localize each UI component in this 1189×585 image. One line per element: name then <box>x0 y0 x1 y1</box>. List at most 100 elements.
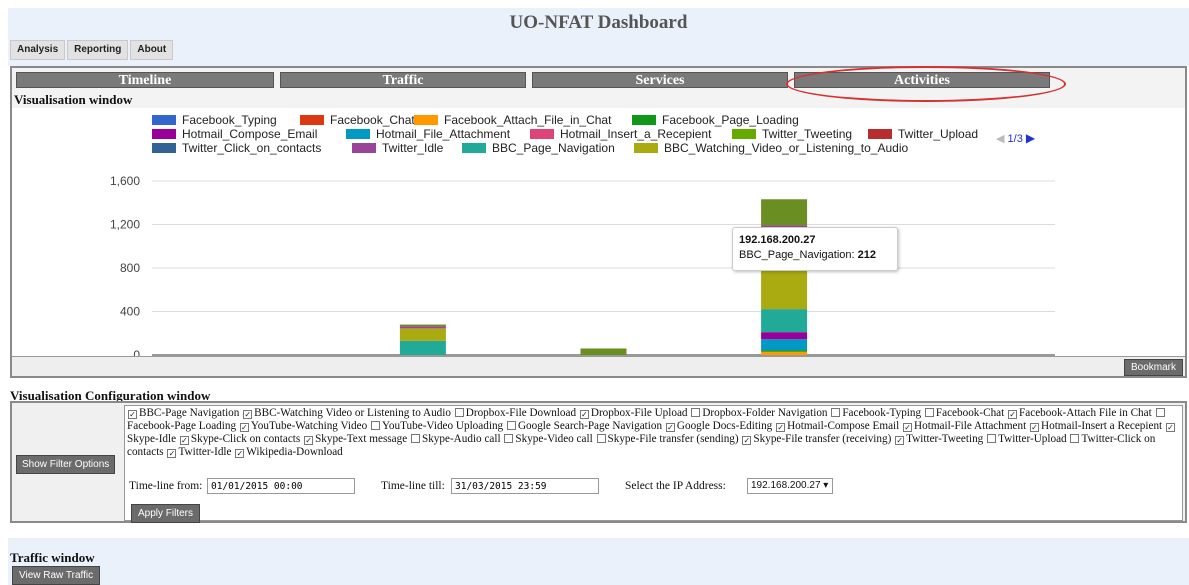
filter-checkbox[interactable] <box>691 408 701 417</box>
filter-checkbox[interactable]: ✓ <box>179 436 189 445</box>
filter-checkbox[interactable] <box>370 421 380 430</box>
filter-option[interactable]: Facebook-Typing <box>830 407 921 419</box>
filter-option[interactable]: ✓ YouTube-Watching Video <box>239 420 367 432</box>
bar-segment[interactable] <box>399 328 446 341</box>
filter-label: YouTube-Watching Video <box>250 420 368 432</box>
filter-option[interactable]: ✓ BBC-Watching Video or Listening to Audi… <box>242 407 451 419</box>
filter-checkbox[interactable]: ✓ <box>776 423 786 432</box>
filter-checkbox[interactable]: ✓ <box>579 410 589 419</box>
filter-label: Hotmail-Insert a Recepient <box>1041 420 1163 432</box>
filter-option[interactable]: ✓ Twitter-Idle <box>166 446 232 458</box>
filter-option[interactable]: ✓ Hotmail-Compose Email <box>775 420 899 432</box>
filter-option[interactable]: ✓ Skype-Text message <box>303 433 407 445</box>
filter-checkbox[interactable]: ✓ <box>1030 423 1040 432</box>
menu-about[interactable]: About <box>130 40 174 60</box>
filter-checkbox[interactable] <box>831 408 841 417</box>
filter-label: Hotmail-File Attachment <box>914 420 1027 432</box>
filter-checkbox[interactable]: ✓ <box>1165 423 1175 432</box>
filter-checkbox[interactable] <box>454 408 464 417</box>
filter-checkbox[interactable]: ✓ <box>128 410 137 419</box>
filter-option[interactable]: Twitter-Upload <box>986 433 1067 445</box>
filter-option[interactable]: Skype-File transfer (sending) <box>596 433 739 445</box>
filter-label: Skype-Video call <box>515 433 593 445</box>
bar-segment[interactable] <box>761 351 808 355</box>
filter-option[interactable]: Google Search-Page Navigation <box>506 420 662 432</box>
timeline-from-input[interactable] <box>207 478 355 494</box>
filter-checkbox[interactable]: ✓ <box>167 449 177 458</box>
filter-option[interactable]: Facebook-Chat <box>924 407 1004 419</box>
filter-label: Skype-Click on contacts <box>190 433 301 445</box>
filter-option[interactable]: YouTube-Video Uploading <box>370 420 503 432</box>
timeline-till-input[interactable] <box>451 478 599 494</box>
filter-option[interactable]: Dropbox-File Download <box>454 407 576 419</box>
filter-option[interactable]: ✓ Facebook-Attach File in Chat <box>1007 407 1152 419</box>
filter-label: Wikipedia-Download <box>246 446 343 458</box>
filter-checkbox[interactable] <box>504 434 514 443</box>
filter-option[interactable]: ✓ Google Docs-Editing <box>665 420 772 432</box>
timeline-till-label: Time-line till: <box>381 480 445 492</box>
menu-analysis[interactable]: Analysis <box>10 40 66 60</box>
traffic-band <box>8 538 1189 585</box>
view-raw-traffic-button[interactable]: View Raw Traffic <box>12 566 101 585</box>
filter-checkbox[interactable] <box>987 434 997 443</box>
bar-segment[interactable] <box>580 348 627 355</box>
filter-option[interactable]: ✓ Hotmail-Insert a Recepient <box>1029 420 1162 432</box>
filter-option[interactable]: ✓ Wikipedia-Download <box>234 446 343 458</box>
filter-option[interactable]: ✓ Skype-File transfer (receiving) <box>741 433 891 445</box>
menu-reporting[interactable]: Reporting <box>67 40 129 60</box>
y-tick-label: 1,600 <box>110 174 140 188</box>
filter-option[interactable]: ✓ Twitter-Tweeting <box>894 433 983 445</box>
filter-label: Skype-Idle <box>127 433 177 445</box>
filter-checkbox[interactable]: ✓ <box>1008 410 1018 419</box>
filter-label: Google Docs-Editing <box>676 420 773 432</box>
filter-option[interactable]: ✓ Hotmail-File Attachment <box>902 420 1026 432</box>
filter-checkbox-list: ✓ BBC-Page Navigation ✓ BBC-Watching Video… <box>127 407 1180 459</box>
bar-segment[interactable] <box>399 324 446 327</box>
filter-checkbox[interactable]: ✓ <box>235 449 245 458</box>
apply-filters-button[interactable]: Apply Filters <box>131 504 201 523</box>
filter-label: Twitter-Idle <box>178 446 232 458</box>
filter-checkbox[interactable] <box>1070 434 1080 443</box>
show-filter-options-button[interactable]: Show Filter Options <box>16 455 116 474</box>
filter-checkbox[interactable]: ✓ <box>895 436 905 445</box>
filter-checkbox[interactable] <box>506 421 516 430</box>
filter-checkbox[interactable] <box>924 408 934 417</box>
filter-checkbox[interactable]: ✓ <box>239 423 249 432</box>
bookmark-button[interactable]: Bookmark <box>1123 359 1183 376</box>
filter-option[interactable]: Skype-Audio call <box>410 433 501 445</box>
filter-checkbox[interactable]: ✓ <box>742 436 752 445</box>
filter-checkbox[interactable] <box>1155 408 1165 417</box>
bar-segment[interactable] <box>761 350 808 352</box>
tab-services[interactable]: Services <box>532 72 788 88</box>
filter-label: BBC-Page Navigation <box>139 407 240 419</box>
bar-segment[interactable] <box>761 332 808 340</box>
bar-segment[interactable] <box>399 340 446 355</box>
filter-label: Hotmail-Compose Email <box>787 420 900 432</box>
filter-checkbox[interactable]: ✓ <box>304 436 314 445</box>
bar-segment[interactable] <box>761 199 808 226</box>
filter-checkbox[interactable]: ✓ <box>665 423 675 432</box>
filter-checkbox[interactable] <box>410 434 420 443</box>
filter-checkbox[interactable]: ✓ <box>903 423 913 432</box>
bar-segment[interactable] <box>761 309 808 333</box>
tab-timeline[interactable]: Timeline <box>16 72 274 88</box>
filter-option[interactable]: ✓ Dropbox-File Upload <box>579 407 688 419</box>
filter-option[interactable]: ✓ BBC-Page Navigation <box>127 407 239 419</box>
filter-label: Twitter-Upload <box>998 433 1067 445</box>
filter-option[interactable]: Skype-Video call <box>503 433 593 445</box>
filter-option[interactable]: ✓ Skype-Click on contacts <box>179 433 300 445</box>
visualisation-panel: Timeline Traffic Services Activities Vis… <box>10 66 1187 378</box>
tab-traffic[interactable]: Traffic <box>280 72 526 88</box>
filter-options: ✓ BBC-Page Navigation ✓ BBC-Watching Video… <box>124 405 1183 523</box>
ip-select[interactable]: 192.168.200.27 ▾ <box>747 478 833 494</box>
tooltip-value: 212 <box>857 249 876 261</box>
header-band: UO-NFAT Dashboard <box>8 8 1189 66</box>
chart-tooltip: 192.168.200.27 BBC_Page_Navigation: 212 <box>732 227 898 271</box>
filter-checkbox[interactable]: ✓ <box>243 410 253 419</box>
filter-label: Facebook-Page Loading <box>127 420 237 432</box>
ip-select-label: Select the IP Address: <box>625 480 726 492</box>
filter-option[interactable]: Dropbox-Folder Navigation <box>690 407 828 419</box>
filter-checkbox[interactable] <box>596 434 606 443</box>
bar-segment[interactable] <box>761 339 808 351</box>
bar-segment[interactable] <box>399 326 446 329</box>
